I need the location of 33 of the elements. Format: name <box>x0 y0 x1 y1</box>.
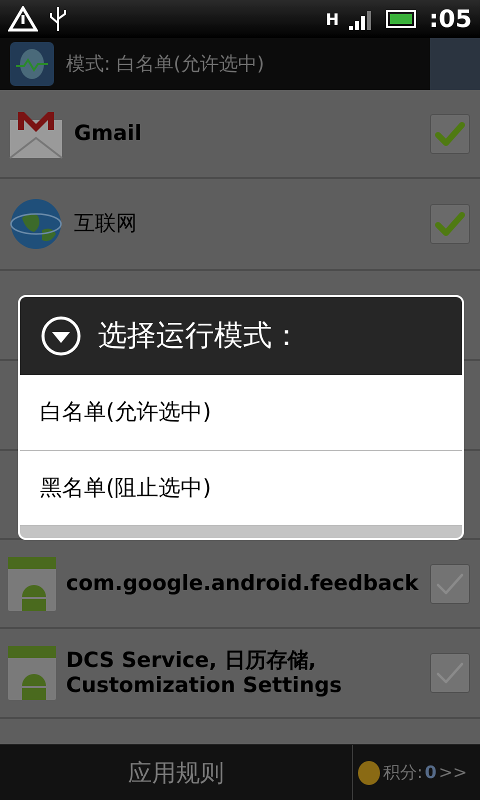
app-name: DCS Service, 日历存储, Customization Settings <box>66 648 343 698</box>
check-icon <box>435 211 465 237</box>
more-label: >> <box>438 762 468 782</box>
points-button[interactable]: 积分:0>> <box>352 745 480 800</box>
checkbox[interactable] <box>430 653 470 693</box>
battery-icon <box>385 9 419 29</box>
dialog-title: 选择运行模式： <box>98 317 301 354</box>
checkbox[interactable] <box>430 564 470 604</box>
app-name: Gmail <box>74 120 143 146</box>
usb-icon <box>48 5 68 33</box>
warning-icon <box>8 6 38 32</box>
dropdown-circle-icon <box>40 315 82 358</box>
checkbox[interactable] <box>430 114 470 154</box>
clock: :05 <box>429 5 472 33</box>
android-icon <box>8 646 56 700</box>
header-button[interactable] <box>430 38 480 90</box>
android-icon <box>8 556 56 610</box>
check-icon <box>435 120 465 146</box>
network-type: H <box>326 10 339 28</box>
app-row[interactable]: Gmail <box>0 90 480 179</box>
points-value: 0 <box>424 762 437 782</box>
globe-icon <box>8 196 64 252</box>
points-label: 积分: <box>383 762 423 784</box>
app-name: com.google.android.feedback <box>66 570 420 596</box>
app-logo-icon <box>10 42 54 86</box>
app-row[interactable]: DCS Service, 日历存储, Customization Settings <box>0 629 480 719</box>
mode-option[interactable]: 白名单(允许选中) <box>20 375 462 451</box>
apply-rules-button[interactable]: 应用规则 <box>0 745 352 800</box>
checkbox[interactable] <box>430 204 470 244</box>
coin-icon <box>357 760 381 786</box>
app-name: 互联网 <box>74 211 138 237</box>
app-row[interactable]: 互联网 <box>0 179 480 271</box>
mode-title: 模式: 白名单(允许选中) <box>66 52 266 77</box>
